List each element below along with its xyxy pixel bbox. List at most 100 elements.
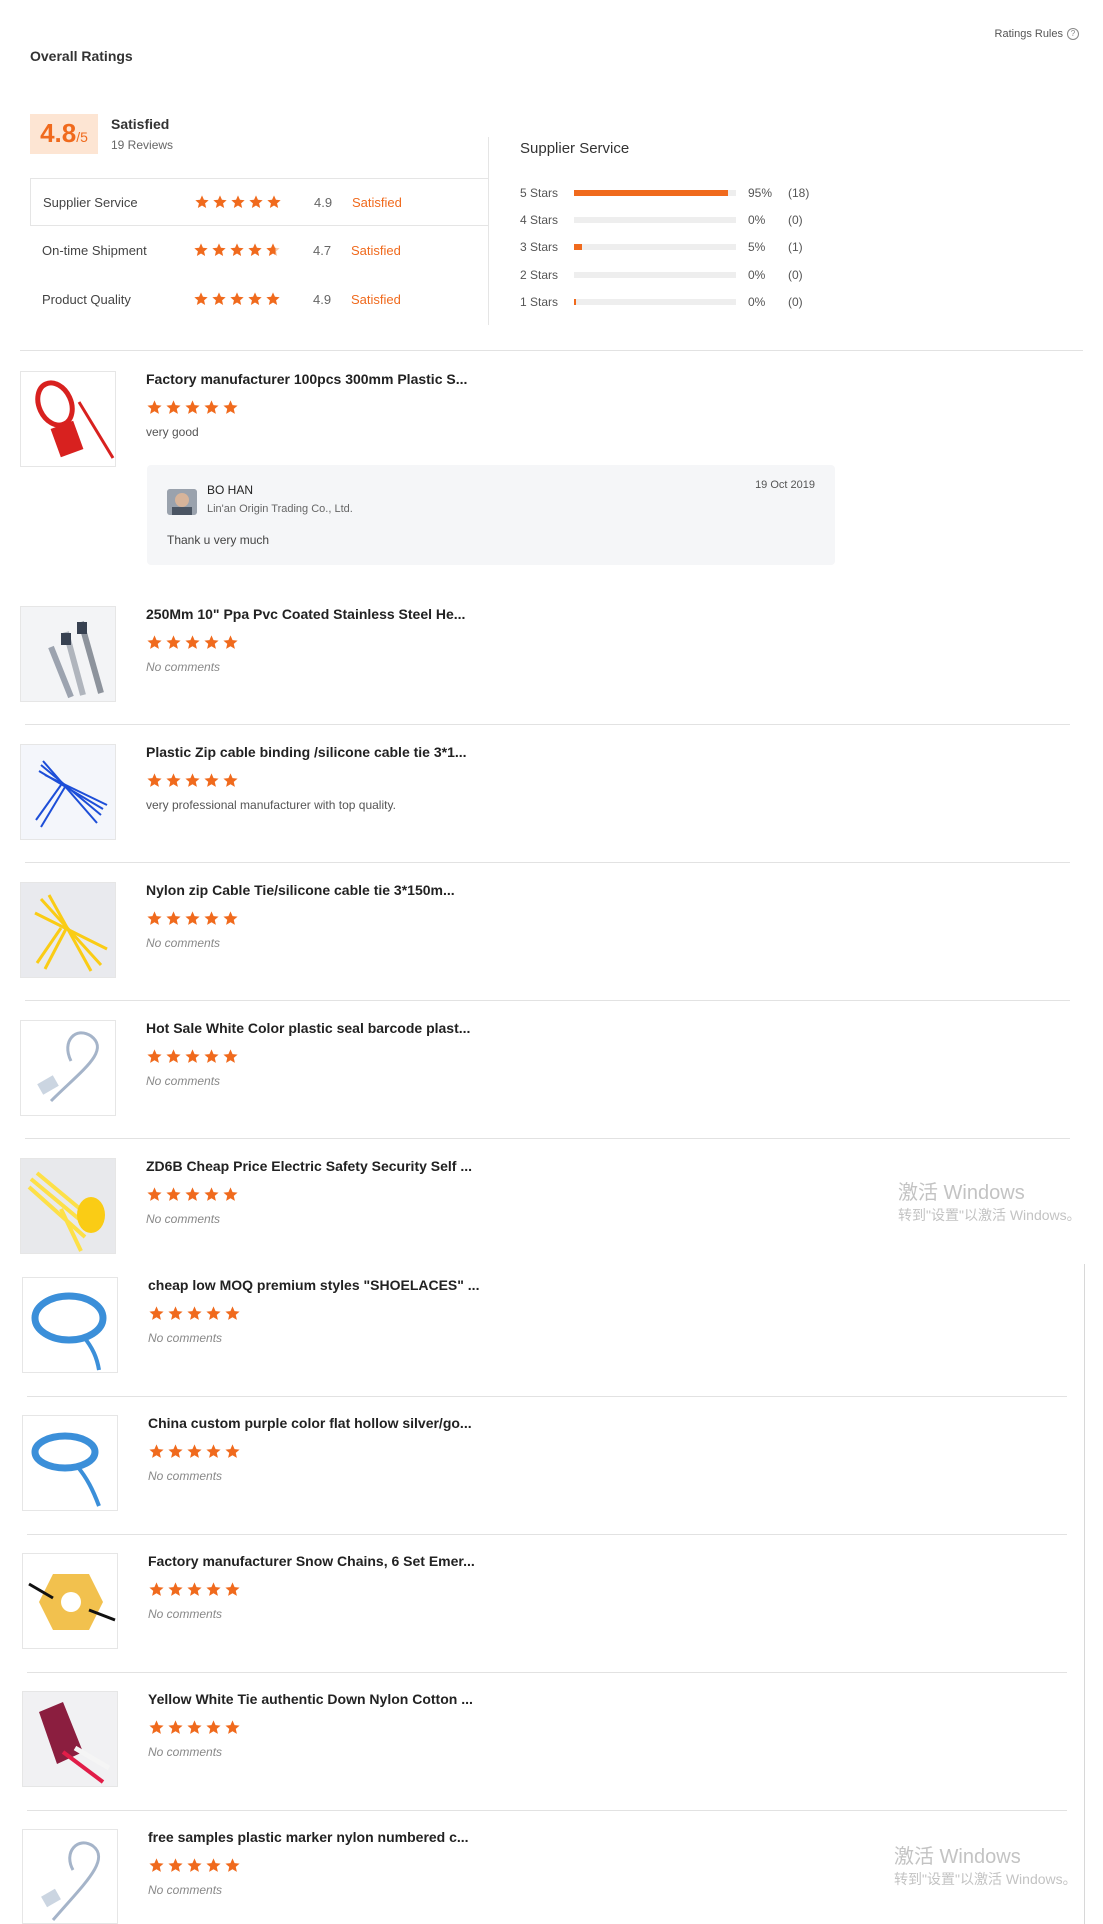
star-icon xyxy=(206,1444,221,1458)
review-item: cheap low MOQ premium styles "SHOELACES"… xyxy=(22,1277,1067,1377)
product-thumbnail[interactable] xyxy=(20,882,116,978)
product-thumbnail[interactable] xyxy=(22,1415,118,1511)
strap-image xyxy=(23,1692,117,1786)
distribution-count: (1) xyxy=(788,240,803,254)
star-icon xyxy=(204,1049,219,1063)
product-thumbnail[interactable] xyxy=(22,1277,118,1373)
distribution-bar xyxy=(574,217,736,223)
distribution-bar-fill xyxy=(574,190,728,196)
rating-row-stars xyxy=(194,194,314,210)
star-icon xyxy=(168,1306,183,1320)
star-icon xyxy=(206,1306,221,1320)
star-icon xyxy=(147,1187,162,1201)
yellow-bundle-image xyxy=(21,1159,115,1253)
review-stars xyxy=(146,1186,239,1203)
distribution-row-3: 3 Stars 5% (1) xyxy=(520,237,828,257)
distribution-bar xyxy=(574,244,736,250)
star-icon xyxy=(204,911,219,925)
star-icon xyxy=(147,911,162,925)
star-icon xyxy=(248,243,262,256)
star-icon xyxy=(168,1582,183,1596)
star-icon xyxy=(149,1444,164,1458)
star-icon xyxy=(194,292,208,305)
star-icon xyxy=(267,195,281,208)
product-title[interactable]: Hot Sale White Color plastic seal barcod… xyxy=(146,1020,470,1036)
distribution-bar-fill xyxy=(574,244,583,250)
product-thumbnail[interactable] xyxy=(22,1553,118,1649)
ratings-rules-link[interactable]: Ratings Rules ? xyxy=(995,28,1079,40)
star-icon xyxy=(149,1306,164,1320)
star-icon xyxy=(223,773,238,787)
star-icon xyxy=(225,1306,240,1320)
product-thumbnail[interactable] xyxy=(20,371,116,467)
watermark-title: 激活 Windows xyxy=(898,1182,1025,1204)
star-icon xyxy=(149,1720,164,1734)
product-title[interactable]: ZD6B Cheap Price Electric Safety Securit… xyxy=(146,1158,472,1174)
review-comment: No comments xyxy=(148,1745,223,1759)
row-divider xyxy=(25,862,1070,863)
rating-row-product-quality: Product Quality 4.9 Satisfied xyxy=(30,275,489,323)
row-divider xyxy=(27,1534,1067,1535)
star-icon xyxy=(212,292,226,305)
reply-date: 19 Oct 2019 xyxy=(755,479,815,491)
star-icon xyxy=(204,1187,219,1201)
distribution-percent: 95% xyxy=(748,186,773,200)
star-icon xyxy=(212,243,226,256)
row-divider xyxy=(25,724,1070,725)
product-title[interactable]: China custom purple color flat hollow si… xyxy=(148,1415,472,1431)
product-title[interactable]: Yellow White Tie authentic Down Nylon Co… xyxy=(148,1691,473,1707)
review-stars xyxy=(146,399,239,416)
star-icon xyxy=(185,400,200,414)
product-thumbnail[interactable] xyxy=(22,1829,118,1924)
review-comment: No comments xyxy=(148,1469,223,1483)
rating-row-value: 4.9 xyxy=(314,194,333,210)
star-icon xyxy=(213,195,227,208)
row-divider xyxy=(25,1000,1070,1001)
distribution-label: 3 Stars xyxy=(520,240,559,254)
product-title[interactable]: Plastic Zip cable binding /silicone cabl… xyxy=(146,744,467,760)
distribution-label: 1 Stars xyxy=(520,295,559,309)
product-thumbnail[interactable] xyxy=(20,1020,116,1116)
product-title[interactable]: Factory manufacturer 100pcs 300mm Plasti… xyxy=(146,371,467,387)
distribution-percent: 0% xyxy=(748,268,766,282)
rating-row-status: Satisfied xyxy=(352,194,402,210)
distribution-count: (0) xyxy=(788,295,803,309)
product-thumbnail[interactable] xyxy=(20,606,116,702)
product-title[interactable]: 250Mm 10" Ppa Pvc Coated Stainless Steel… xyxy=(146,606,465,622)
star-icon xyxy=(185,1049,200,1063)
star-icon xyxy=(204,635,219,649)
review-comment: No comments xyxy=(146,936,221,950)
star-icon xyxy=(185,635,200,649)
star-icon xyxy=(266,292,280,305)
product-thumbnail[interactable] xyxy=(22,1691,118,1787)
yellow-ties-image xyxy=(21,883,115,977)
snow-chain-image xyxy=(23,1554,117,1648)
star-icon xyxy=(249,195,263,208)
star-icon xyxy=(266,243,280,256)
product-title[interactable]: free samples plastic marker nylon number… xyxy=(148,1829,469,1845)
star-icon xyxy=(187,1306,202,1320)
star-icon xyxy=(147,400,162,414)
distribution-percent: 0% xyxy=(748,213,766,227)
product-thumbnail[interactable] xyxy=(20,744,116,840)
watermark-subtitle: 转到"设置"以激活 Windows。 xyxy=(894,1871,1077,1887)
star-icon xyxy=(147,773,162,787)
product-title[interactable]: Factory manufacturer Snow Chains, 6 Set … xyxy=(148,1553,475,1569)
product-thumbnail[interactable] xyxy=(20,1158,116,1254)
product-title[interactable]: cheap low MOQ premium styles "SHOELACES"… xyxy=(148,1277,479,1293)
review-stars xyxy=(146,910,239,927)
distribution-row-4: 4 Stars 0% (0) xyxy=(520,210,828,230)
marker-tie-image xyxy=(23,1830,117,1923)
review-stars xyxy=(146,772,239,789)
star-icon xyxy=(168,1720,183,1734)
star-icon xyxy=(166,911,181,925)
review-stars xyxy=(146,634,239,651)
distribution-row-2: 2 Stars 0% (0) xyxy=(520,265,828,285)
rating-row-on-time-shipment: On-time Shipment 4.7 Satisfied xyxy=(30,226,489,274)
rating-row-status: Satisfied xyxy=(351,242,401,258)
star-icon xyxy=(185,773,200,787)
product-title[interactable]: Nylon zip Cable Tie/silicone cable tie 3… xyxy=(146,882,455,898)
scrollbar-track[interactable] xyxy=(1084,1264,1085,1924)
blue-shoelace-image xyxy=(23,1278,117,1372)
star-icon xyxy=(223,1187,238,1201)
